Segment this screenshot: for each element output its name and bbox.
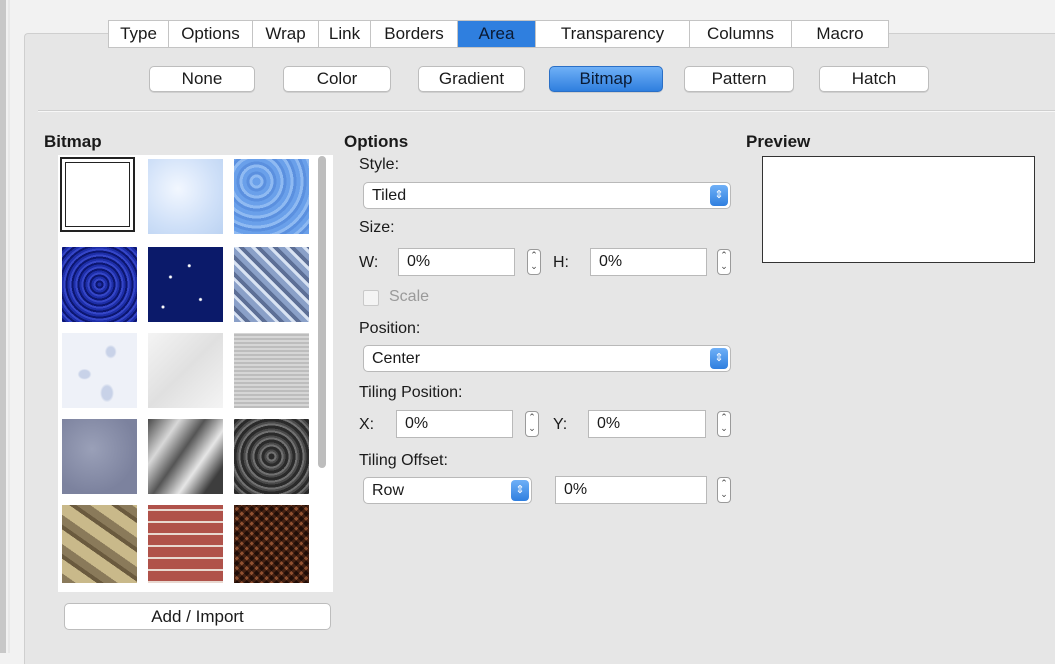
fill-none-button[interactable]: None	[149, 66, 255, 92]
offset-field[interactable]: 0%	[555, 476, 707, 504]
width-label: W:	[359, 254, 379, 271]
bitmap-tile-chrome[interactable]	[148, 419, 223, 494]
add-import-button[interactable]: Add / Import	[64, 603, 331, 630]
scale-label: Scale	[389, 288, 430, 305]
bitmap-tile-stone-wall[interactable]	[62, 505, 137, 583]
tab-transparency[interactable]: Transparency	[536, 21, 690, 47]
y-field[interactable]: 0%	[588, 410, 706, 438]
tab-options[interactable]: Options	[169, 21, 253, 47]
position-select[interactable]: Center ⇕	[363, 345, 731, 372]
bitmap-tile-sky[interactable]	[148, 159, 223, 234]
height-label: H:	[553, 254, 569, 271]
bitmap-tile-blank[interactable]	[60, 157, 135, 232]
x-stepper[interactable]: ⌃ ⌄	[525, 411, 539, 437]
options-heading: Options	[344, 132, 409, 151]
chevron-updown-icon: ⇕	[710, 185, 728, 206]
bitmap-tile-marble[interactable]	[62, 419, 137, 494]
bitmap-tile-coarse[interactable]	[62, 247, 137, 322]
preview-box	[762, 156, 1035, 263]
style-value: Tiled	[372, 187, 407, 204]
width-field[interactable]: 0%	[398, 248, 515, 276]
bitmap-tile-metal[interactable]	[234, 247, 309, 322]
gallery-scrollbar[interactable]	[318, 156, 326, 468]
divider-highlight	[38, 111, 1055, 112]
height-field[interactable]: 0%	[590, 248, 707, 276]
style-label: Style:	[359, 156, 400, 173]
chevron-updown-icon: ⇕	[511, 480, 529, 501]
bitmap-heading: Bitmap	[44, 132, 102, 151]
tab-bar: Type Options Wrap Link Borders Area Tran…	[108, 20, 889, 48]
preview-heading: Preview	[746, 132, 811, 151]
window-edge	[0, 0, 6, 653]
fill-gradient-button[interactable]: Gradient	[418, 66, 525, 92]
height-stepper[interactable]: ⌃ ⌄	[717, 249, 731, 275]
bitmap-tile-drops[interactable]	[62, 333, 137, 408]
y-label: Y:	[553, 416, 568, 433]
width-stepper[interactable]: ⌃ ⌄	[527, 249, 541, 275]
bitmap-tile-fabric[interactable]	[234, 333, 309, 408]
tab-area[interactable]: Area	[458, 21, 536, 47]
x-label: X:	[359, 416, 375, 433]
bitmap-gallery[interactable]	[58, 155, 333, 592]
fill-hatch-button[interactable]: Hatch	[819, 66, 929, 92]
chevron-updown-icon: ⇕	[710, 348, 728, 369]
tab-columns[interactable]: Columns	[690, 21, 792, 47]
tab-type[interactable]: Type	[109, 21, 169, 47]
position-value: Center	[372, 350, 421, 367]
window-edge-highlight	[8, 0, 10, 653]
bitmap-tile-water[interactable]	[234, 159, 309, 234]
tab-macro[interactable]: Macro	[792, 21, 888, 47]
style-select[interactable]: Tiled ⇕	[363, 182, 731, 209]
size-label: Size:	[359, 219, 395, 236]
offset-type-value: Row	[372, 482, 405, 499]
tiling-position-label: Tiling Position:	[359, 384, 463, 401]
bitmap-tile-weave[interactable]	[234, 505, 309, 583]
bitmap-tile-snow[interactable]	[148, 333, 223, 408]
x-field[interactable]: 0%	[396, 410, 513, 438]
offset-stepper[interactable]: ⌃ ⌄	[717, 477, 731, 503]
tab-borders[interactable]: Borders	[371, 21, 458, 47]
tab-link[interactable]: Link	[319, 21, 371, 47]
fill-bitmap-button[interactable]: Bitmap	[549, 66, 663, 92]
bitmap-tile-brick[interactable]	[148, 505, 223, 583]
offset-type-select[interactable]: Row ⇕	[363, 477, 532, 504]
fill-pattern-button[interactable]: Pattern	[684, 66, 794, 92]
tiling-offset-label: Tiling Offset:	[359, 452, 448, 469]
position-label: Position:	[359, 320, 421, 337]
y-stepper[interactable]: ⌃ ⌄	[717, 411, 731, 437]
bitmap-tile-pebbles[interactable]	[234, 419, 309, 494]
tab-wrap[interactable]: Wrap	[253, 21, 319, 47]
fill-color-button[interactable]: Color	[283, 66, 391, 92]
bitmap-tile-night-sky[interactable]	[148, 247, 223, 322]
scale-checkbox[interactable]	[363, 290, 379, 306]
